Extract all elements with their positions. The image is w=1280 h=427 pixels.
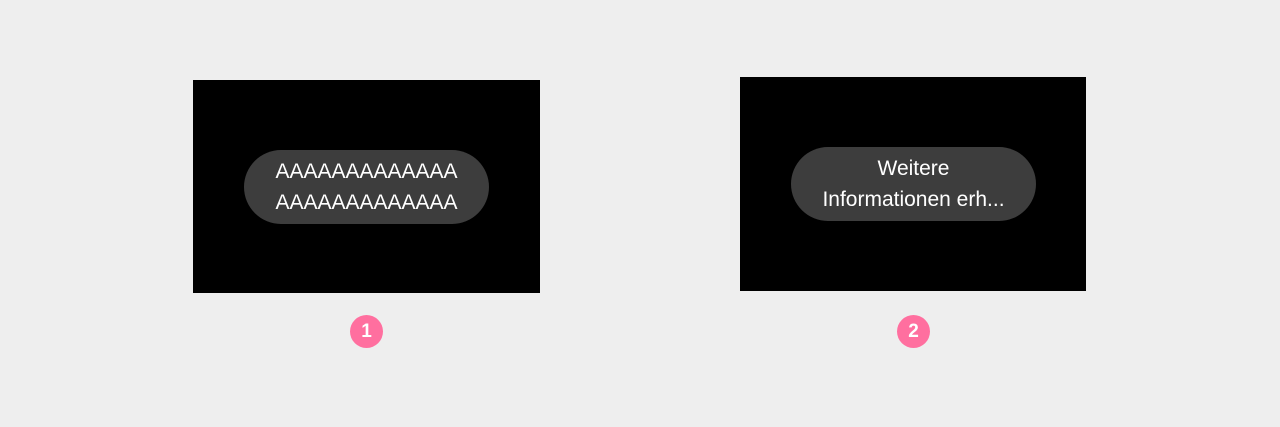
text-chip-example-2[interactable]: Weitere Informationen erh... [791, 147, 1036, 221]
watch-screen-example-1: AAAAAAAAAAAAA AAAAAAAAAAAAA [193, 80, 540, 293]
chip-line-1: AAAAAAAAAAAAA [275, 160, 458, 183]
text-chip-example-1[interactable]: AAAAAAAAAAAAA AAAAAAAAAAAAA [244, 150, 489, 224]
chip-line-2: Informationen erh... [822, 188, 1005, 211]
watch-screen-example-2: Weitere Informationen erh... [740, 77, 1086, 291]
numbered-marker-1: 1 [350, 315, 383, 348]
numbered-marker-2: 2 [897, 315, 930, 348]
chip-line-1: Weitere [877, 157, 950, 180]
chip-line-2: AAAAAAAAAAAAA [275, 191, 458, 214]
